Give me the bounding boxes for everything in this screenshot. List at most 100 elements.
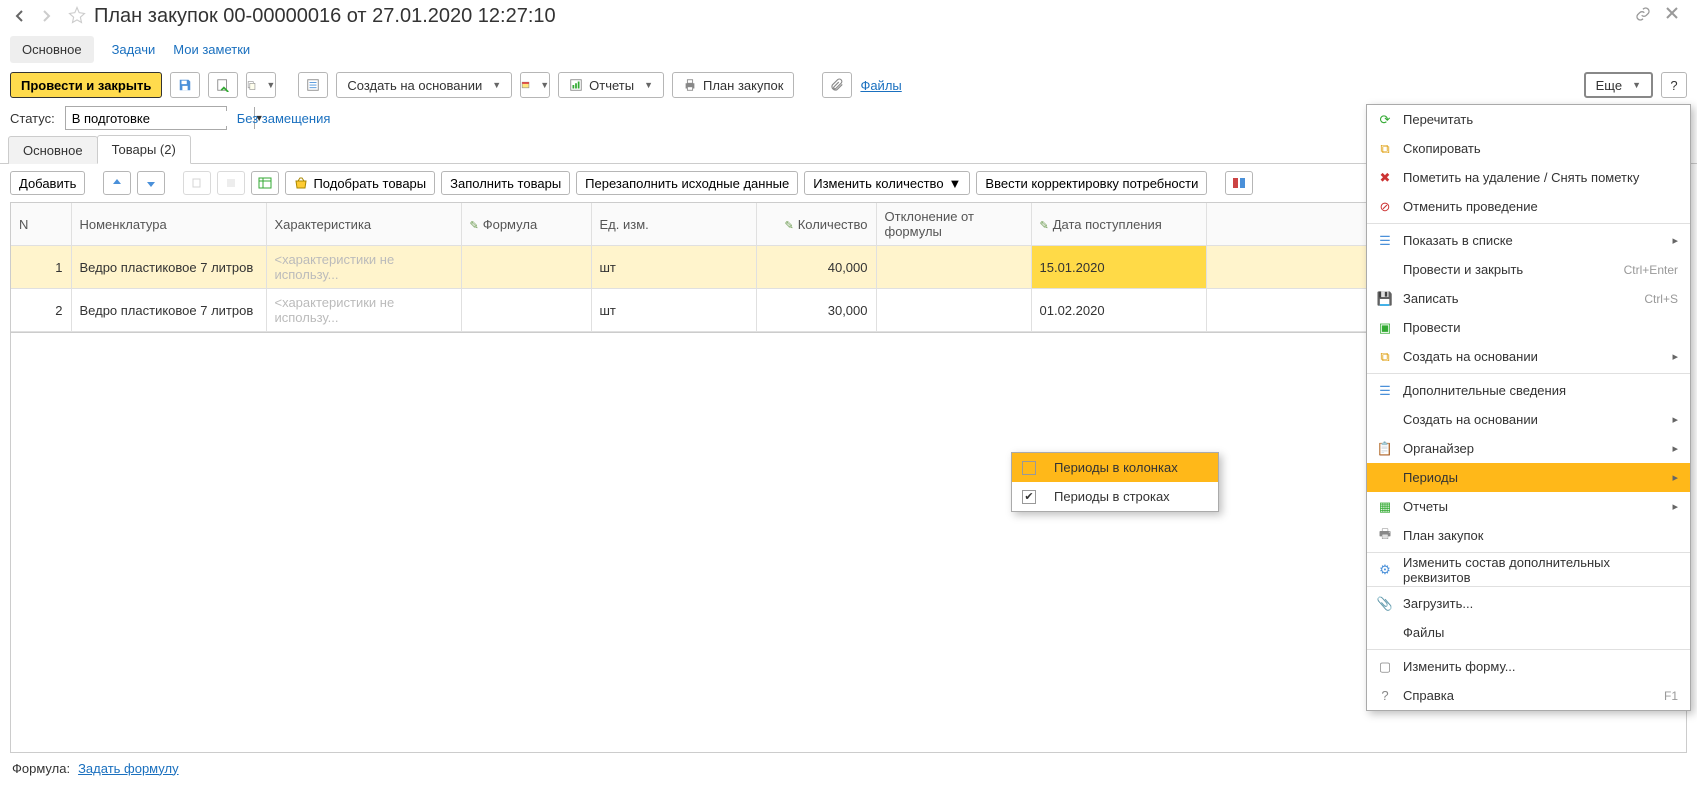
post-icon	[216, 78, 230, 92]
col-formula[interactable]: ✎Формула	[461, 203, 591, 246]
favorite-icon[interactable]	[68, 6, 86, 27]
menu-reports[interactable]: ▦Отчеты▸	[1367, 492, 1690, 521]
list-icon: ☰	[1377, 233, 1393, 249]
menu-plan[interactable]: 🖶План закупок	[1367, 521, 1690, 550]
page-title: План закупок 00-00000016 от 27.01.2020 1…	[94, 5, 556, 28]
paperclip-icon	[830, 78, 844, 92]
change-qty-button[interactable]: Изменить количество▼	[804, 171, 970, 195]
menu-edit-form[interactable]: ▢Изменить форму...	[1367, 652, 1690, 681]
basket-icon	[294, 177, 308, 189]
refresh-icon: ⟳	[1377, 112, 1393, 128]
view-toggle-button[interactable]	[1225, 171, 1253, 195]
floppy-icon	[178, 78, 192, 92]
menu-mark-delete[interactable]: ✖Пометить на удаление / Снять пометку	[1367, 163, 1690, 192]
table-settings-button[interactable]	[251, 171, 279, 195]
col-unit[interactable]: Ед. изм.	[591, 203, 756, 246]
menu-copy[interactable]: ⧉Скопировать	[1367, 134, 1690, 163]
forward-button[interactable]	[34, 4, 58, 28]
extra-info-button[interactable]	[298, 72, 328, 98]
col-nomenclature[interactable]: Номенклатура	[71, 203, 266, 246]
tab-main[interactable]: Основное	[8, 136, 98, 164]
menu-post-close[interactable]: Провести и закрытьCtrl+Enter	[1367, 255, 1690, 284]
col-characteristic[interactable]: Характеристика	[266, 203, 461, 246]
menu-create-based[interactable]: ⧉Создать на основании▸	[1367, 342, 1690, 371]
save-button[interactable]	[170, 72, 200, 98]
split-icon	[1232, 177, 1246, 189]
floppy-icon: 💾	[1377, 291, 1393, 307]
pencil-icon: ✎	[784, 220, 793, 232]
print-icon: 🖶	[1377, 528, 1393, 544]
info-icon: ☰	[1377, 383, 1393, 399]
formula-label: Формула:	[12, 761, 70, 776]
help-icon: ?	[1377, 688, 1393, 704]
col-qty[interactable]: ✎Количество	[756, 203, 876, 246]
paste-row-button[interactable]	[217, 171, 245, 195]
arrow-down-icon	[145, 177, 157, 189]
set-formula-link[interactable]: Задать формулу	[78, 761, 179, 776]
tab-products[interactable]: Товары (2)	[97, 135, 191, 164]
organizer-button[interactable]: ▼	[520, 72, 550, 98]
submenu-periods-in-rows[interactable]: ✔ Периоды в строках	[1012, 482, 1218, 511]
submenu-periods-in-columns[interactable]: Периоды в колонках	[1012, 453, 1218, 482]
menu-cancel-post[interactable]: ⊘Отменить проведение	[1367, 192, 1690, 221]
menu-files[interactable]: Файлы	[1367, 618, 1690, 647]
status-input[interactable]	[66, 111, 254, 126]
add-row-button[interactable]: Добавить	[10, 171, 85, 195]
menu-reread[interactable]: ⟳Перечитать	[1367, 105, 1690, 134]
post-icon: ▣	[1377, 320, 1393, 336]
status-select[interactable]: ▼	[65, 106, 227, 130]
delete-mark-icon: ✖	[1377, 170, 1393, 186]
pencil-icon: ✎	[470, 220, 479, 232]
menu-extra-info[interactable]: ☰Дополнительные сведения	[1367, 376, 1690, 405]
post-and-close-button[interactable]: Провести и закрыть	[10, 72, 162, 98]
col-n[interactable]: N	[11, 203, 71, 246]
create-based-dropdown-button[interactable]: ▼	[246, 72, 276, 98]
back-button[interactable]	[8, 4, 32, 28]
close-icon[interactable]	[1665, 6, 1679, 27]
col-date[interactable]: ✎Дата поступления	[1031, 203, 1206, 246]
correction-button[interactable]: Ввести корректировку потребности	[976, 171, 1207, 195]
refill-source-button[interactable]: Перезаполнить исходные данные	[576, 171, 798, 195]
copy-row-button[interactable]	[183, 171, 211, 195]
report-icon	[569, 78, 583, 92]
edit-req-icon: ⚙	[1377, 562, 1393, 578]
list-icon	[306, 78, 320, 92]
post-button[interactable]	[208, 72, 238, 98]
menu-create-based-2[interactable]: Создать на основании▸	[1367, 405, 1690, 434]
menu-periods[interactable]: Периоды▸	[1367, 463, 1690, 492]
menu-post[interactable]: ▣Провести	[1367, 313, 1690, 342]
menu-help[interactable]: ?СправкаF1	[1367, 681, 1690, 710]
more-menu: ⟳Перечитать ⧉Скопировать ✖Пометить на уд…	[1366, 104, 1691, 711]
plan-button[interactable]: План закупок	[672, 72, 794, 98]
menu-show-in-list[interactable]: ☰Показать в списке▸	[1367, 226, 1690, 255]
menu-organizer[interactable]: 📋Органайзер▸	[1367, 434, 1690, 463]
checkbox-icon	[1022, 461, 1036, 475]
status-label: Статус:	[10, 111, 55, 126]
link-icon[interactable]	[1635, 6, 1651, 27]
more-button[interactable]: Еще▼	[1584, 72, 1653, 98]
arrow-up-icon	[111, 177, 123, 189]
menu-save[interactable]: 💾ЗаписатьCtrl+S	[1367, 284, 1690, 313]
section-tasks[interactable]: Задачи	[112, 36, 156, 63]
organizer-icon	[521, 78, 530, 92]
files-link[interactable]: Файлы	[860, 78, 901, 93]
move-down-button[interactable]	[137, 171, 165, 195]
organizer-icon: 📋	[1377, 441, 1393, 457]
cancel-post-icon: ⊘	[1377, 199, 1393, 215]
reports-button[interactable]: Отчеты▼	[558, 72, 664, 98]
col-deviation[interactable]: Отклонение от формулы	[876, 203, 1031, 246]
section-notes[interactable]: Мои заметки	[173, 36, 250, 63]
fill-products-button[interactable]: Заполнить товары	[441, 171, 570, 195]
attach-button[interactable]	[822, 72, 852, 98]
create-based-button[interactable]: Создать на основании▼	[336, 72, 512, 98]
help-button[interactable]: ?	[1661, 72, 1687, 98]
form-icon: ▢	[1377, 659, 1393, 675]
no-substitution-link[interactable]: Без замещения	[237, 111, 331, 126]
copy-icon	[247, 78, 256, 92]
pick-products-button[interactable]: Подобрать товары	[285, 171, 435, 195]
section-main[interactable]: Основное	[10, 36, 94, 63]
copy-row-icon	[191, 177, 203, 189]
menu-load[interactable]: 📎Загрузить...	[1367, 589, 1690, 618]
move-up-button[interactable]	[103, 171, 131, 195]
menu-edit-requisites[interactable]: ⚙Изменить состав дополнительных реквизит…	[1367, 555, 1690, 584]
